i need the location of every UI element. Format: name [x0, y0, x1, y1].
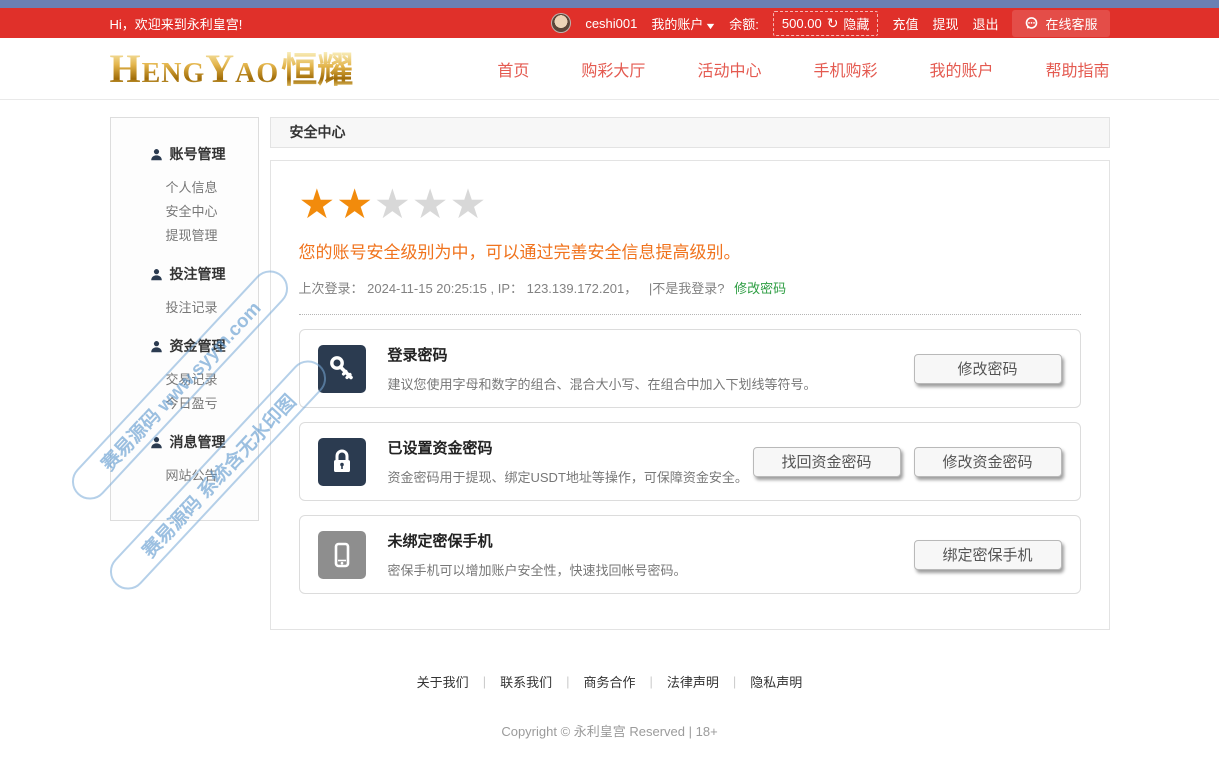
content-area: 赛易源码 www.syym.com 赛易源码 系统含无水印图 账号管理 个人信息… [110, 117, 1110, 630]
footer-business-coop[interactable]: 商务合作 [583, 672, 635, 691]
bind-security-phone-button[interactable]: 绑定密保手机 [914, 540, 1062, 570]
last-login-value: 2024-11-15 20:25:15 , IP： 123.139.172.20… [367, 281, 637, 296]
balance-box: 500.00 ↻ 隐藏 [773, 11, 879, 36]
balance-value: 500.00 [782, 16, 822, 31]
card-title: 未绑定密保手机 [388, 530, 687, 551]
card-desc: 密保手机可以增加账户安全性，快速找回帐号密码。 [388, 560, 687, 579]
footer-about-us[interactable]: 关于我们 [417, 672, 469, 691]
dotted-divider [299, 314, 1081, 315]
sidebar-group-betting[interactable]: 投注管理 [111, 264, 258, 284]
footer-separator: | [733, 674, 736, 689]
security-panel: ★★★★★ 您的账号安全级别为中，可以通过完善安全信息提高级别。 上次登录： 2… [270, 160, 1110, 630]
sidebar-group-funds[interactable]: 资金管理 [111, 336, 258, 356]
refresh-icon[interactable]: ↻ [827, 16, 839, 30]
sidebar-item-today-profit[interactable]: 今日盈亏 [111, 392, 258, 416]
card-desc: 建议您使用字母和数字的组合、混合大小写、在组合中加入下划线等符号。 [388, 374, 817, 393]
footer-separator: | [650, 674, 653, 689]
key-icon [318, 345, 366, 393]
change-fund-password-button[interactable]: 修改资金密码 [914, 447, 1062, 477]
site-header: HengYao 恒耀 首页 购彩大厅 活动中心 手机购彩 我的账户 帮助指南 [0, 38, 1219, 100]
fund-password-card: 已设置资金密码 资金密码用于提现、绑定USDT地址等操作，可保障资金安全。 找回… [299, 422, 1081, 501]
nav-mobile-lottery[interactable]: 手机购彩 [813, 57, 877, 81]
security-level-message: 您的账号安全级别为中，可以通过完善安全信息提高级别。 [299, 238, 1081, 263]
not-me-text: |不是我登录? [649, 281, 725, 296]
headset-icon [1024, 16, 1039, 31]
hide-balance-button[interactable]: 隐藏 [843, 14, 869, 33]
sidebar-item-site-announcement[interactable]: 网站公告 [111, 464, 258, 488]
chevron-down-icon: ▼ [705, 21, 717, 31]
card-title: 登录密码 [388, 344, 817, 365]
person-icon [150, 268, 163, 281]
footer-links: 关于我们 | 联系我们 | 商务合作 | 法律声明 | 隐私声明 [0, 672, 1219, 691]
recover-fund-password-button[interactable]: 找回资金密码 [753, 447, 901, 477]
person-icon [150, 148, 163, 161]
topbar: Hi，欢迎来到永利皇宫! ceshi001 我的账户▼ 余额: 500.00 ↻… [0, 8, 1219, 38]
nav-home[interactable]: 首页 [497, 57, 529, 81]
footer-legal-notice[interactable]: 法律声明 [667, 672, 719, 691]
user-avatar[interactable] [551, 13, 571, 33]
nav-lottery-hall[interactable]: 购彩大厅 [581, 57, 645, 81]
main-nav: 首页 购彩大厅 活动中心 手机购彩 我的账户 帮助指南 [497, 57, 1109, 81]
balance-label: 余额: [729, 14, 759, 33]
star-empty: ★ [412, 181, 450, 227]
phone-icon [318, 531, 366, 579]
sidebar: 账号管理 个人信息 安全中心 提现管理 投注管理 投注记录 资金管理 交易记录 [110, 117, 259, 521]
sidebar-item-bet-records[interactable]: 投注记录 [111, 296, 258, 320]
footer-separator: | [566, 674, 569, 689]
security-level-stars: ★★★★★ [299, 184, 1081, 225]
my-account-menu[interactable]: 我的账户▼ [651, 14, 715, 33]
login-password-card: 登录密码 建议您使用字母和数字的组合、混合大小写、在组合中加入下划线等符号。 修… [299, 329, 1081, 408]
star-filled: ★ [299, 181, 337, 227]
sidebar-group-messages[interactable]: 消息管理 [111, 432, 258, 452]
online-service-button[interactable]: 在线客服 [1012, 10, 1109, 37]
footer-separator: | [483, 674, 486, 689]
footer-contact-us[interactable]: 联系我们 [500, 672, 552, 691]
logo-cn-text: 恒耀 [281, 52, 353, 88]
page-title: 安全中心 [270, 117, 1110, 148]
main-column: 安全中心 ★★★★★ 您的账号安全级别为中，可以通过完善安全信息提高级别。 上次… [270, 117, 1110, 630]
last-login-line: 上次登录： 2024-11-15 20:25:15 , IP： 123.139.… [299, 278, 1081, 297]
sidebar-group-account[interactable]: 账号管理 [111, 144, 258, 164]
nav-my-account[interactable]: 我的账户 [929, 57, 993, 81]
security-phone-card: 未绑定密保手机 密保手机可以增加账户安全性，快速找回帐号密码。 绑定密保手机 [299, 515, 1081, 594]
card-title: 已设置资金密码 [388, 437, 748, 458]
sidebar-item-security-center[interactable]: 安全中心 [111, 200, 258, 224]
person-icon [150, 340, 163, 353]
last-login-label: 上次登录： [299, 281, 364, 296]
lock-icon [318, 438, 366, 486]
username[interactable]: ceshi001 [585, 16, 637, 31]
logout-link[interactable]: 退出 [972, 14, 998, 33]
change-login-password-button[interactable]: 修改密码 [914, 354, 1062, 384]
logo-en-text: HengYao [110, 49, 280, 89]
top-strip [0, 0, 1219, 8]
footer-privacy-notice[interactable]: 隐私声明 [750, 672, 802, 691]
recharge-link[interactable]: 充值 [892, 14, 918, 33]
sidebar-item-transaction-records[interactable]: 交易记录 [111, 368, 258, 392]
person-icon [150, 436, 163, 449]
copyright-text: Copyright © 永利皇宫 Reserved | 18+ [0, 721, 1219, 740]
card-desc: 资金密码用于提现、绑定USDT地址等操作，可保障资金安全。 [388, 467, 748, 486]
change-password-link[interactable]: 修改密码 [734, 281, 786, 296]
star-empty: ★ [374, 181, 412, 227]
star-empty: ★ [450, 181, 488, 227]
nav-activity-center[interactable]: 活动中心 [697, 57, 761, 81]
sidebar-item-withdraw-manage[interactable]: 提现管理 [111, 224, 258, 248]
star-filled: ★ [336, 181, 374, 227]
sidebar-item-personal-info[interactable]: 个人信息 [111, 176, 258, 200]
site-logo[interactable]: HengYao 恒耀 [110, 49, 354, 89]
nav-help-guide[interactable]: 帮助指南 [1045, 57, 1109, 81]
withdraw-link[interactable]: 提现 [932, 14, 958, 33]
greeting-text: Hi，欢迎来到永利皇宫! [110, 14, 243, 33]
